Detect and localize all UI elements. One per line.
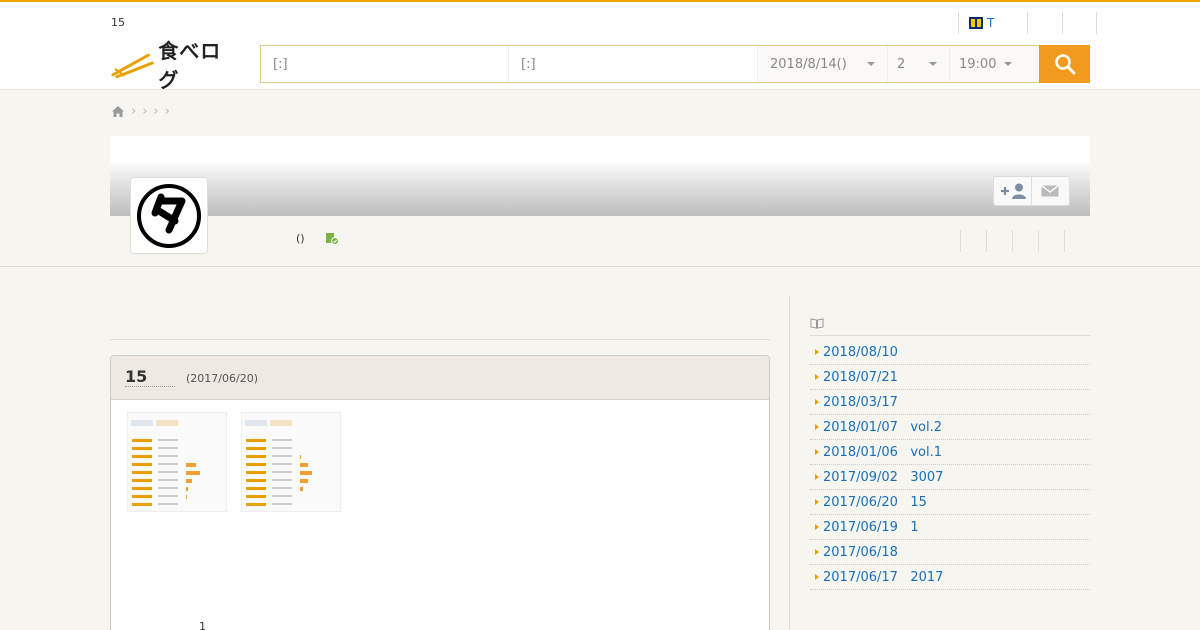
people-value: 2 (897, 56, 906, 72)
archive-item[interactable]: 2018/01/07 vol.2 (810, 415, 1090, 440)
header-count: 15 (111, 16, 125, 29)
archive-item[interactable]: 2017/09/02 3007 (810, 465, 1090, 490)
add-user-icon (1000, 183, 1026, 199)
review-title[interactable]: 15 (125, 368, 176, 387)
stat-tab[interactable] (1012, 230, 1038, 252)
logo-text: 食べログ (158, 39, 222, 92)
home-icon[interactable] (111, 105, 125, 118)
caret-right-icon (815, 349, 819, 355)
archive-item[interactable]: 2017/06/19 1 (810, 515, 1090, 540)
review-card: 15 (2017/06/20) 1 (110, 355, 770, 630)
user-avatar-icon (137, 183, 201, 248)
caret-right-icon (815, 499, 819, 505)
archive-item[interactable]: 2018/03/17 (810, 390, 1090, 415)
review-date: (2017/06/20) (186, 372, 258, 385)
caret-right-icon (815, 399, 819, 405)
search-bar: [:] [:] 2018/8/14() 2 19:00 (260, 45, 1090, 83)
profile-header (110, 136, 1090, 216)
sidebar-divider (789, 296, 790, 630)
stat-tab[interactable] (1064, 230, 1090, 252)
area-search-input[interactable]: [:] (261, 46, 509, 82)
header-links: T (958, 12, 1097, 34)
message-button[interactable] (1031, 177, 1068, 205)
archive-item[interactable]: 2017/06/20 15 (810, 490, 1090, 515)
search-icon (1054, 54, 1075, 75)
review-photo[interactable] (127, 412, 227, 512)
archive-item[interactable]: 2017/06/18 (810, 540, 1090, 565)
review-footer-number: 1 (199, 620, 206, 630)
review-archive-list: 2018/08/10 2018/07/21 2018/03/17 2018/01… (810, 340, 1090, 590)
profile-divider (0, 266, 1200, 267)
time-select[interactable]: 19:00 (950, 46, 1040, 82)
date-value: 2018/8/14() (770, 56, 847, 72)
caret-right-icon (815, 449, 819, 455)
archive-item[interactable]: 2018/01/06 vol.1 (810, 440, 1090, 465)
book-icon (810, 318, 824, 329)
review-photo[interactable] (241, 412, 341, 512)
archive-item[interactable]: 2018/07/21 (810, 365, 1090, 390)
profile-actions (993, 176, 1070, 206)
header-link-3[interactable] (1062, 12, 1097, 34)
caret-right-icon (815, 524, 819, 530)
breadcrumb-separator: › (153, 104, 159, 119)
people-select[interactable]: 2 (888, 46, 950, 82)
tpoint-icon (969, 17, 983, 29)
time-value: 19:00 (959, 56, 997, 72)
chevron-down-icon (929, 62, 937, 66)
avatar[interactable] (130, 177, 208, 254)
follow-button[interactable] (994, 177, 1031, 205)
stat-tab[interactable] (960, 230, 986, 252)
chopsticks-logo-icon (111, 53, 154, 79)
tabelog-logo[interactable]: 食べログ (111, 39, 241, 92)
verified-icon (325, 233, 339, 245)
sidebar-heading (810, 314, 1090, 336)
date-select[interactable]: 2018/8/14() (758, 46, 888, 82)
envelope-icon (1041, 185, 1059, 197)
keyword-search-input[interactable]: [:] (509, 46, 758, 82)
chevron-down-icon (1004, 62, 1013, 66)
caret-right-icon (815, 474, 819, 480)
search-button[interactable] (1039, 45, 1090, 83)
rating-chart-image (128, 413, 226, 511)
caret-right-icon (815, 549, 819, 555)
breadcrumb-separator: › (142, 104, 148, 119)
archive-item[interactable]: 2018/08/10 (810, 340, 1090, 365)
breadcrumb: › › › › (111, 104, 170, 119)
stat-tab[interactable] (986, 230, 1012, 252)
caret-right-icon (815, 424, 819, 430)
caret-right-icon (815, 574, 819, 580)
caret-right-icon (815, 374, 819, 380)
review-header: 15 (2017/06/20) (111, 356, 769, 400)
header-link-2[interactable] (1027, 12, 1062, 34)
archive-item[interactable]: 2017/06/17 2017 (810, 565, 1090, 590)
profile-info: () (296, 232, 339, 245)
chevron-down-icon (867, 62, 875, 66)
breadcrumb-separator: › (164, 104, 170, 119)
main-divider (110, 339, 770, 340)
stat-tab[interactable] (1038, 230, 1064, 252)
rating-chart-image (242, 413, 340, 511)
profile-stat-tabs (960, 230, 1090, 252)
top-header: 15 T 食べログ [:] [:] 2018/8/14() 2 19:00 (0, 0, 1200, 92)
profile-info-text: () (296, 232, 305, 245)
tpoint-link[interactable]: T (958, 12, 1027, 34)
breadcrumb-separator: › (131, 104, 137, 119)
tpoint-label: T (987, 16, 995, 30)
